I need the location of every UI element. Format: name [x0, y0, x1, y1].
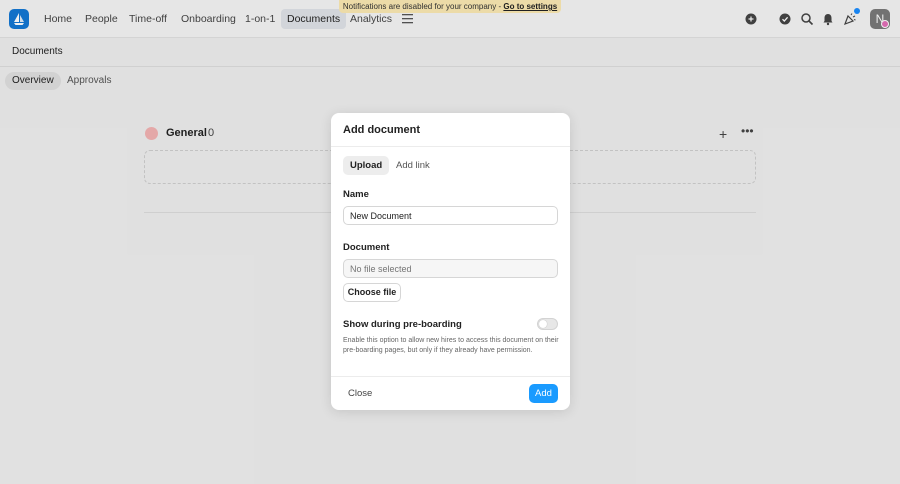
choose-file-button[interactable]: Choose file — [343, 283, 401, 302]
modal-footer-divider — [331, 376, 570, 377]
document-label: Document — [343, 242, 390, 253]
add-document-modal: Add document Upload Add link Name Docume… — [331, 113, 570, 410]
preboarding-toggle[interactable] — [537, 318, 558, 330]
modal-title: Add document — [343, 124, 420, 136]
preboarding-label: Show during pre-boarding — [343, 319, 462, 330]
close-button[interactable]: Close — [342, 385, 378, 403]
add-link-tab[interactable]: Add link — [389, 156, 437, 175]
add-button[interactable]: Add — [529, 384, 558, 403]
toggle-knob — [539, 320, 547, 328]
name-label: Name — [343, 189, 369, 200]
document-file-field — [343, 259, 558, 278]
upload-tab[interactable]: Upload — [343, 156, 390, 175]
preboarding-help-text: Enable this option to allow new hires to… — [343, 337, 559, 354]
modal-header-divider — [331, 146, 570, 147]
name-field[interactable] — [343, 206, 558, 225]
